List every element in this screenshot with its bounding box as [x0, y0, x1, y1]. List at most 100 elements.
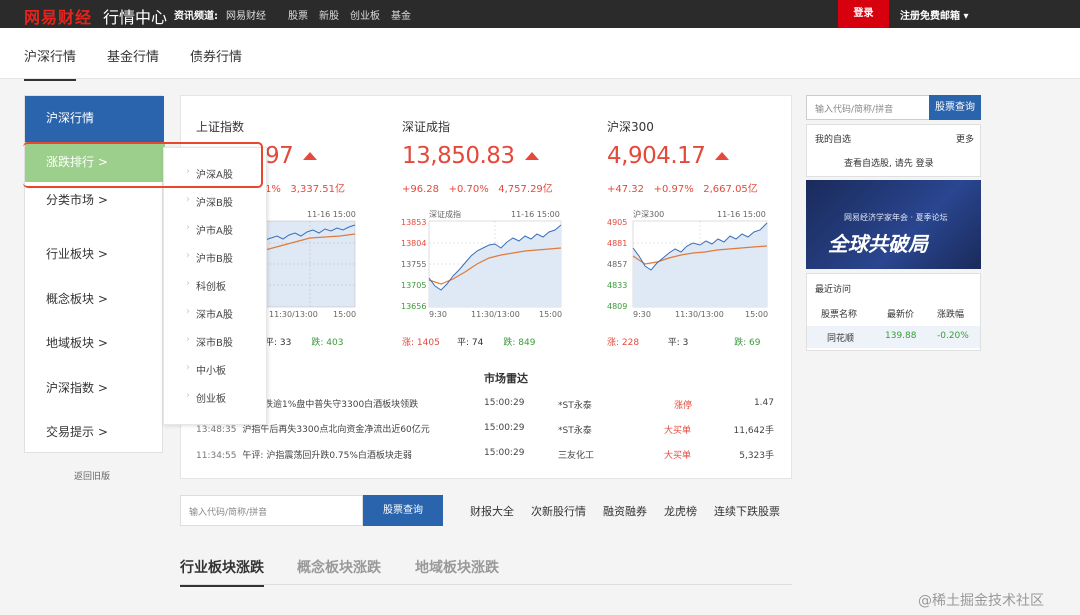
menu-item-gem[interactable]: 创业板 — [186, 390, 226, 405]
sidebar-item-region[interactable]: 地域板块 > — [25, 334, 164, 351]
sidebar-item-industry[interactable]: 行业板块 > — [25, 245, 164, 262]
link-continuous-decline[interactable]: 连续下跌股票 — [714, 505, 780, 518]
banner-title: 全球共破局 — [828, 232, 928, 256]
chart-label-hs300: 沪深300 — [633, 209, 664, 219]
menu-item-star[interactable]: 科创板 — [186, 278, 226, 293]
link-margin-trading[interactable]: 融资融券 — [603, 505, 647, 518]
breadth-sz: 涨: 1405 平: 74 跌: 849 — [402, 338, 536, 348]
highlight-annotation — [23, 142, 263, 188]
bottom-search-input[interactable]: 输入代码/简称/拼音 — [189, 505, 267, 518]
news-item[interactable]: 跌逾1%盘中普失守3300白酒板块领跌 — [264, 397, 418, 410]
chart-t0-sz: 9:30 — [429, 310, 447, 319]
menu-item-hushi-a[interactable]: 沪市A股 — [186, 222, 233, 237]
intraday-chart-sh[interactable]: 11-16 15:00 11:30/13:00 15:00 — [265, 208, 361, 323]
bottom-search-button[interactable]: 股票查询 — [363, 495, 443, 526]
watchlist-more-link[interactable]: 更多 — [956, 132, 974, 145]
index-change-hs300: +47.32 +0.97% 2,667.05亿 — [607, 184, 758, 195]
sidebar-item-concept[interactable]: 概念板块 > — [25, 290, 164, 307]
watchlist-tip: 查看自选股, 请先 登录 — [844, 159, 934, 169]
radar-row[interactable]: 15:00:29 *ST永泰 大买单 11,642手 — [484, 423, 774, 436]
index-value-sz: 13,850.83 — [402, 143, 539, 169]
intraday-chart-sz[interactable]: 深证成指 11-16 15:00 13853 13804 13755 13705… — [399, 208, 567, 323]
tab-fund[interactable]: 基金行情 — [107, 46, 159, 65]
register-link[interactable]: 注册免费邮箱 ▾ — [900, 7, 969, 22]
recent-col-change: 涨跌幅 — [937, 310, 965, 320]
menu-item-shenshi-b[interactable]: 深市B股 — [186, 334, 233, 349]
radar-row[interactable]: 15:00:29 三友化工 大买单 5,323手 — [484, 448, 774, 461]
menu-item-sme[interactable]: 中小板 — [186, 362, 226, 377]
index-value-sh: 97 — [265, 143, 318, 169]
right-search-input[interactable]: 输入代码/简称/拼音 — [815, 102, 893, 115]
netease-logo[interactable]: 网易财经 — [24, 4, 92, 28]
link-sub-new-stocks[interactable]: 次新股行情 — [531, 505, 586, 518]
up-arrow-icon — [715, 152, 730, 160]
sector-tabs: 行业板块涨跌 概念板块涨跌 地域板块涨跌 — [180, 547, 792, 587]
sidebar-item-index[interactable]: 沪深指数 > — [25, 379, 164, 396]
index-name-hs300: 沪深300 — [607, 120, 654, 134]
tab-concept-sector[interactable]: 概念板块涨跌 — [297, 557, 381, 577]
chevron-down-icon: ▾ — [963, 11, 969, 22]
tab-hushen[interactable]: 沪深行情 — [24, 46, 77, 81]
bottom-search-box[interactable]: 输入代码/简称/拼音 — [180, 495, 363, 526]
sidebar-item-hushen[interactable]: 沪深行情 — [25, 96, 164, 142]
watchlist-login-link[interactable]: 登录 — [916, 159, 934, 169]
tick-hs-4: 4809 — [607, 302, 627, 311]
chart-t0-hs300: 9:30 — [633, 310, 651, 319]
menu-item-hushen-b[interactable]: 沪深B股 — [186, 194, 233, 209]
tick-sz-3: 13705 — [401, 281, 426, 290]
tab-region-sector[interactable]: 地域板块涨跌 — [415, 557, 499, 577]
recent-col-name: 股票名称 — [821, 310, 858, 320]
tick-hs-1: 4881 — [607, 239, 627, 248]
app-title: 行情中心 — [103, 8, 168, 27]
tick-hs-3: 4833 — [607, 281, 627, 290]
recent-row[interactable]: 同花顺 139.88 -0.20% — [807, 326, 980, 348]
tick-hs-2: 4857 — [607, 260, 627, 269]
channel-links: 资讯频道: 网易财经 股票 新股 创业板 基金 — [174, 7, 422, 22]
tick-sz-1: 13804 — [401, 239, 426, 248]
market-radar-title: 市场雷达 — [484, 372, 528, 385]
menu-item-hushi-b[interactable]: 沪市B股 — [186, 250, 233, 265]
link-netease-finance[interactable]: 网易财经 — [226, 11, 266, 22]
breadth-hs300: 涨: 228 平: 3 跌: 69 — [607, 338, 761, 348]
recent-col-price: 最新价 — [887, 310, 915, 320]
intraday-chart-hs300[interactable]: 沪深300 11-16 15:00 4905 4881 4857 4833 48… — [605, 208, 773, 323]
tab-industry-sector[interactable]: 行业板块涨跌 — [180, 557, 264, 587]
index-change-sz: +96.28 +0.70% 4,757.29亿 — [402, 184, 553, 195]
right-search-button[interactable]: 股票查询 — [929, 95, 981, 120]
tick-sz-2: 13755 — [401, 260, 426, 269]
old-version-link[interactable]: 返回旧版 — [74, 469, 110, 482]
tab-bond[interactable]: 债券行情 — [190, 46, 242, 65]
link-gem[interactable]: 创业板 — [350, 11, 380, 22]
chart-t2-hs300: 15:00 — [745, 310, 768, 319]
channel-label: 资讯频道: — [174, 11, 218, 22]
link-new-stocks[interactable]: 新股 — [319, 11, 339, 22]
menu-item-shenshi-a[interactable]: 深市A股 — [186, 306, 233, 321]
sidebar-item-trade-tips[interactable]: 交易提示 > — [25, 423, 164, 440]
radar-row[interactable]: 15:00:29 *ST永泰 涨停 1.47 — [484, 398, 774, 411]
up-arrow-icon — [524, 152, 539, 160]
tick-sz-0: 13853 — [401, 218, 426, 227]
chart-t2-sh: 15:00 — [333, 310, 356, 319]
up-arrow-icon — [303, 152, 318, 160]
watermark: @稀土掘金技术社区 — [918, 593, 1044, 609]
link-dragon-tiger[interactable]: 龙虎榜 — [664, 505, 697, 518]
index-name-sz: 深证成指 — [402, 120, 451, 134]
index-value-hs300: 4,904.17 — [607, 143, 730, 169]
news-item[interactable]: 11:34:55 午评: 沪指震荡回升跌0.75%白酒板块走弱 — [196, 448, 412, 461]
sub-nav: 沪深行情 基金行情 债券行情 — [0, 28, 1080, 81]
link-financial-reports[interactable]: 财报大全 — [470, 505, 514, 518]
chart-t1-sz: 11:30/13:00 — [471, 310, 520, 319]
promo-banner[interactable]: 网易经济学家年会 · 夏季论坛 全球共破局 — [806, 180, 981, 269]
index-change-sh: 1% 3,337.51亿 — [265, 184, 345, 195]
link-stocks[interactable]: 股票 — [288, 11, 308, 22]
banner-subtitle: 网易经济学家年会 · 夏季论坛 — [844, 213, 948, 222]
tick-hs-0: 4905 — [607, 218, 627, 227]
recent-visits-panel: 最近访问 股票名称 最新价 涨跌幅 同花顺 139.88 -0.20% — [806, 273, 981, 351]
chart-t1-sh: 11:30/13:00 — [269, 310, 318, 319]
chart-time-hs300: 11-16 15:00 — [717, 210, 766, 219]
chart-time-sh: 11-16 15:00 — [307, 210, 356, 219]
sidebar-item-category[interactable]: 分类市场 > — [25, 191, 164, 208]
right-search-box[interactable]: 输入代码/简称/拼音 股票查询 — [806, 95, 981, 120]
link-funds[interactable]: 基金 — [391, 11, 411, 22]
chart-t1-hs300: 11:30/13:00 — [675, 310, 724, 319]
